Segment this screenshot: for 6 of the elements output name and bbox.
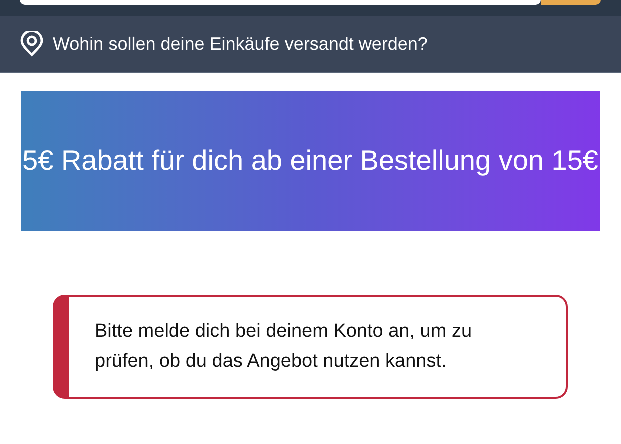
delivery-prompt: Wohin sollen deine Einkäufe versandt werden? <box>53 32 428 56</box>
delivery-bar[interactable]: Wohin sollen deine Einkäufe versandt werden? <box>0 16 621 73</box>
location-pin-icon <box>20 31 44 57</box>
alert-message: Bitte melde dich bei deinem Konto an, um zu prüfen, ob du das Angebot nutzen kannst. <box>95 320 474 374</box>
promo-text: 5€ Rabatt für dich ab einer Bestellung von 15€ <box>22 144 598 178</box>
promo-banner[interactable]: 5€ Rabatt für dich ab einer Bestellung von 15€ <box>21 91 600 231</box>
